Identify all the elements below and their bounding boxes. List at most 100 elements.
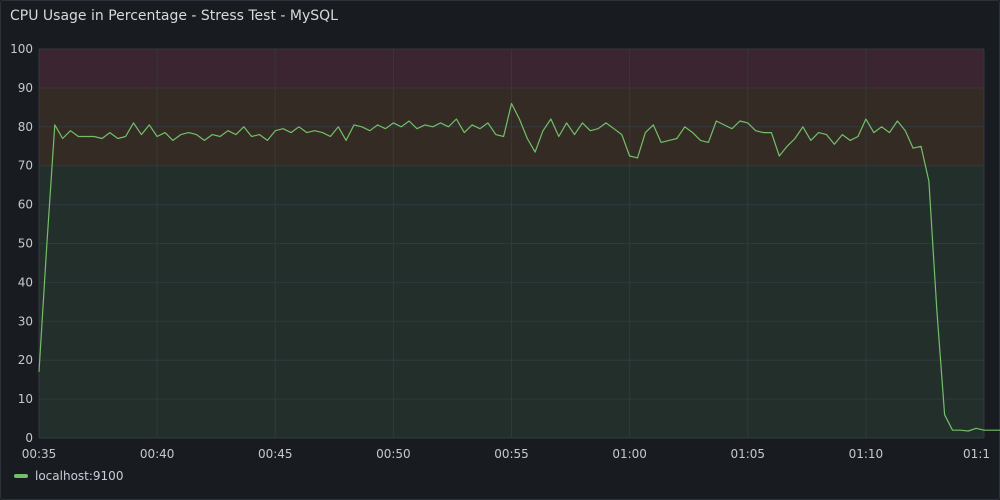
- data-point: [960, 430, 961, 431]
- data-point: [708, 142, 709, 143]
- data-point: [416, 128, 417, 129]
- data-point: [109, 132, 110, 133]
- data-point: [164, 132, 165, 133]
- y-tick-label: 50: [18, 237, 33, 251]
- data-point: [361, 126, 362, 127]
- data-point: [566, 122, 567, 123]
- data-point: [700, 140, 701, 141]
- y-tick-label: 30: [18, 314, 33, 328]
- legend: localhost:9100: [14, 469, 123, 483]
- legend-label[interactable]: localhost:9100: [35, 469, 123, 483]
- x-tick-label: 01:1: [963, 447, 990, 461]
- data-point: [834, 144, 835, 145]
- data-point: [290, 132, 291, 133]
- data-point: [613, 128, 614, 129]
- data-point: [220, 136, 221, 137]
- data-point: [739, 120, 740, 121]
- data-point: [779, 155, 780, 156]
- data-point: [605, 122, 606, 123]
- data-point: [928, 181, 929, 182]
- data-point: [692, 132, 693, 133]
- data-point: [243, 126, 244, 127]
- data-point: [668, 140, 669, 141]
- data-point: [905, 130, 906, 131]
- x-tick-label: 00:50: [376, 447, 411, 461]
- data-point: [810, 140, 811, 141]
- data-point: [731, 128, 732, 129]
- data-point: [235, 134, 236, 135]
- x-tick-label: 01:00: [612, 447, 647, 461]
- data-point: [125, 136, 126, 137]
- data-point: [424, 124, 425, 125]
- data-point: [283, 128, 284, 129]
- data-point: [676, 138, 677, 139]
- data-point: [968, 430, 969, 431]
- y-tick-label: 20: [18, 353, 33, 367]
- data-point: [479, 128, 480, 129]
- data-point: [393, 122, 394, 123]
- data-point: [629, 155, 630, 156]
- data-point: [133, 122, 134, 123]
- data-point: [487, 122, 488, 123]
- x-tick-label: 00:55: [494, 447, 529, 461]
- data-point: [511, 103, 512, 104]
- x-tick-label: 00:40: [140, 447, 175, 461]
- data-point: [787, 146, 788, 147]
- data-point: [456, 118, 457, 119]
- data-point: [227, 130, 228, 131]
- data-point: [542, 130, 543, 131]
- data-point: [275, 130, 276, 131]
- data-point: [448, 126, 449, 127]
- y-tick-label: 80: [18, 120, 33, 134]
- data-point: [550, 118, 551, 119]
- data-point: [865, 118, 866, 119]
- data-point: [377, 124, 378, 125]
- y-tick-label: 100: [10, 42, 33, 56]
- data-point: [86, 136, 87, 137]
- data-point: [661, 142, 662, 143]
- x-tick-label: 00:45: [258, 447, 293, 461]
- data-point: [857, 136, 858, 137]
- data-point: [464, 132, 465, 133]
- data-point: [519, 118, 520, 119]
- data-point: [117, 138, 118, 139]
- data-point: [78, 136, 79, 137]
- data-point: [920, 146, 921, 147]
- data-point: [983, 430, 984, 431]
- data-point: [401, 126, 402, 127]
- data-point: [952, 430, 953, 431]
- y-tick-label: 70: [18, 159, 33, 173]
- data-point: [94, 136, 95, 137]
- data-point: [842, 134, 843, 135]
- data-point: [598, 128, 599, 129]
- data-point: [503, 136, 504, 137]
- data-point: [724, 124, 725, 125]
- data-point: [802, 126, 803, 127]
- data-point: [62, 138, 63, 139]
- data-point: [653, 124, 654, 125]
- data-point: [141, 134, 142, 135]
- data-point: [637, 157, 638, 158]
- data-point: [881, 126, 882, 127]
- data-point: [850, 140, 851, 141]
- data-point: [432, 126, 433, 127]
- data-point: [755, 130, 756, 131]
- data-point: [157, 136, 158, 137]
- data-point: [936, 309, 937, 310]
- data-point: [873, 132, 874, 133]
- data-point: [385, 128, 386, 129]
- data-point: [976, 428, 977, 429]
- cpu-usage-chart: 0 10 20 30 40 50 60 70 80 90 100 00:35 00:40 00:45 00:…: [10, 42, 1000, 461]
- data-point: [794, 138, 795, 139]
- data-point: [889, 132, 890, 133]
- data-point: [338, 126, 339, 127]
- data-point: [763, 132, 764, 133]
- data-point: [353, 124, 354, 125]
- data-point: [747, 122, 748, 123]
- data-point: [267, 140, 268, 141]
- data-point: [298, 126, 299, 127]
- data-point: [180, 134, 181, 135]
- data-point: [409, 120, 410, 121]
- data-point: [149, 124, 150, 125]
- data-point: [818, 132, 819, 133]
